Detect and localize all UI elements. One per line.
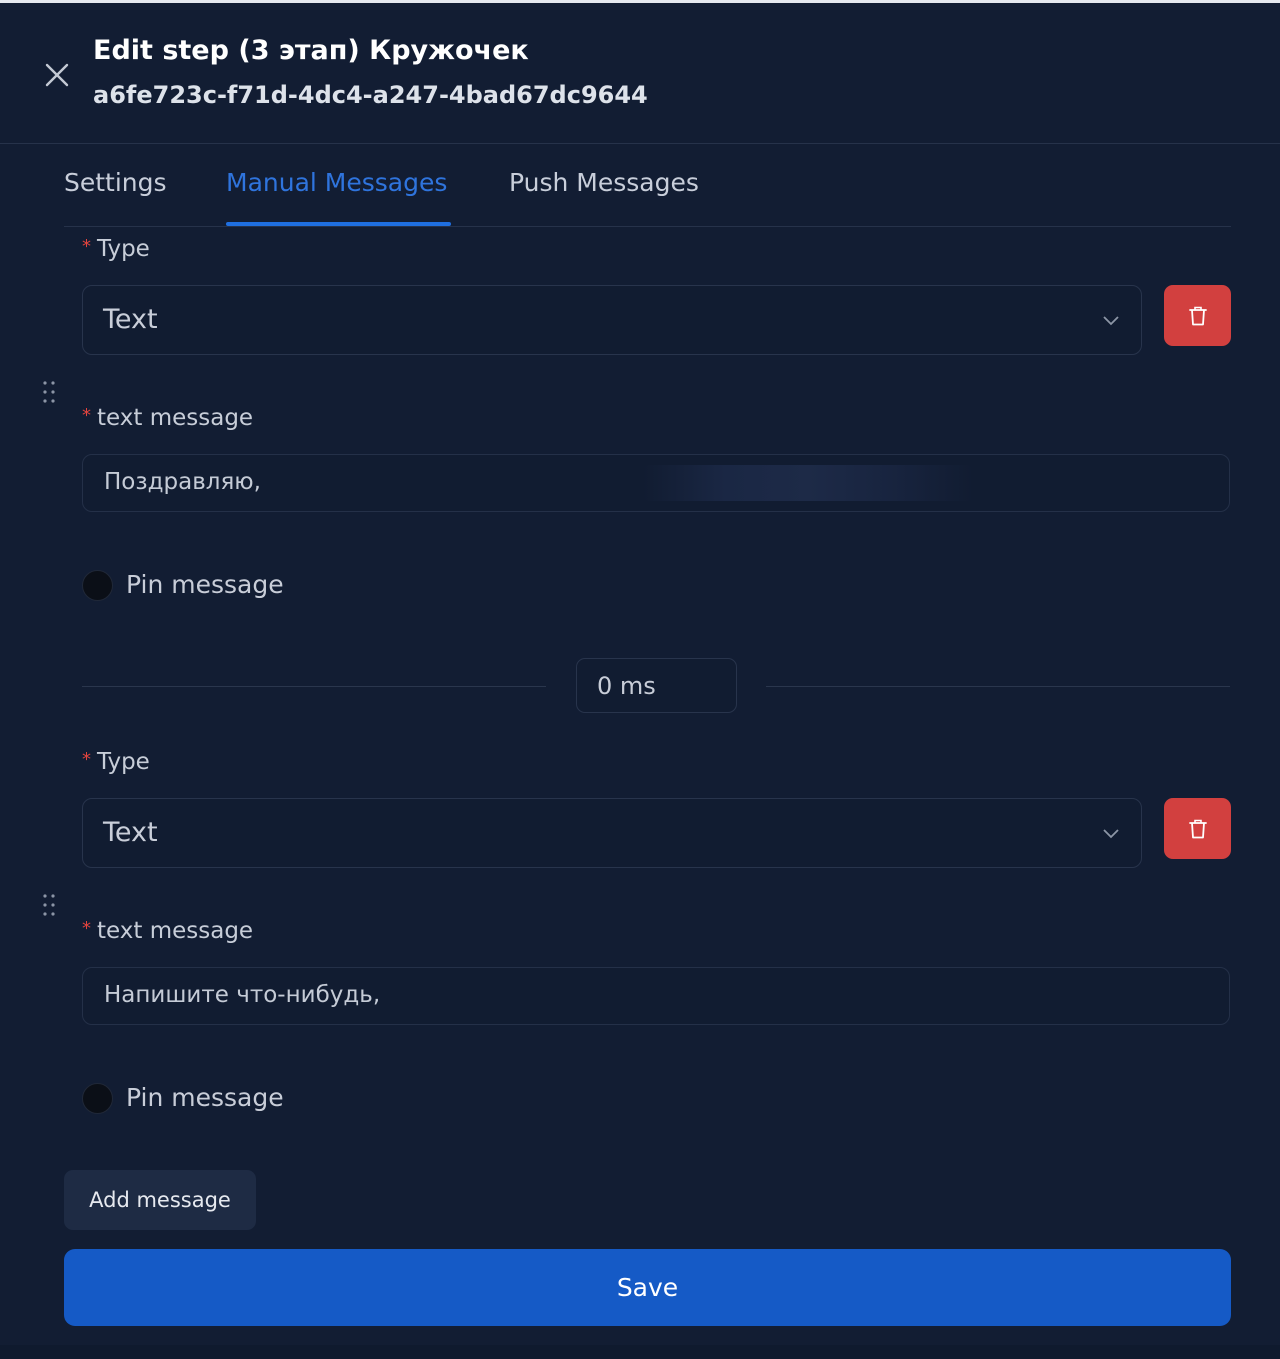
chevron-down-icon [1103,829,1119,839]
text-message-input[interactable]: Поздравляю, [82,454,1230,512]
type-label: * Type [82,236,150,262]
tab-manual-messages[interactable]: Manual Messages [226,168,447,197]
type-select-value: Text [103,817,158,848]
type-select[interactable]: Text [82,798,1142,868]
delay-value: 0 ms [597,672,656,700]
delete-message-button[interactable] [1164,798,1231,859]
text-message-value: Напишите что-нибудь, [104,982,381,1008]
add-message-button[interactable]: Add message [64,1170,256,1230]
type-select[interactable]: Text [82,285,1142,355]
active-tab-indicator [226,222,451,226]
type-select-value: Text [103,304,158,335]
tab-settings[interactable]: Settings [64,168,167,197]
save-button[interactable]: Save [64,1249,1231,1326]
divider-right [766,686,1230,687]
type-label: * Type [82,749,150,775]
drag-handle-icon[interactable] [41,380,57,404]
text-message-label-text: text message [97,405,254,431]
delete-message-button[interactable] [1164,285,1231,346]
trash-icon [1188,306,1207,325]
text-message-label: * text message [82,405,253,431]
pin-message-label: Pin message [126,570,284,599]
divider-left [82,686,546,687]
close-icon [45,63,69,87]
dialog-header: Edit step (3 этап) Кружочек a6fe723c-f71… [0,3,1280,144]
page-title: Edit step (3 этап) Кружочек [93,35,529,66]
delay-input[interactable]: 0 ms [576,658,737,713]
dialog-bottom-edge [0,1345,1280,1359]
step-id: a6fe723c-f71d-4dc4-a247-4bad67dc9644 [93,81,648,109]
pin-toggle-switch[interactable] [82,1083,113,1114]
text-message-value: Поздравляю, [104,469,261,495]
type-label-text: Type [97,749,150,775]
tab-bar: Settings Manual Messages Push Messages [64,144,1231,227]
text-message-label-text: text message [97,918,254,944]
close-button[interactable] [40,58,74,92]
pin-toggle-switch[interactable] [82,570,113,601]
pin-message-label: Pin message [126,1083,284,1112]
redacted-text [643,465,973,501]
chevron-down-icon [1103,316,1119,326]
required-marker: * [82,405,91,426]
required-marker: * [82,749,91,770]
text-message-input[interactable]: Напишите что-нибудь, [82,967,1230,1025]
drag-handle-icon[interactable] [41,893,57,917]
tab-push-messages[interactable]: Push Messages [509,168,699,197]
text-message-label: * text message [82,918,253,944]
required-marker: * [82,918,91,939]
type-label-text: Type [97,236,150,262]
trash-icon [1188,819,1207,838]
required-marker: * [82,236,91,257]
